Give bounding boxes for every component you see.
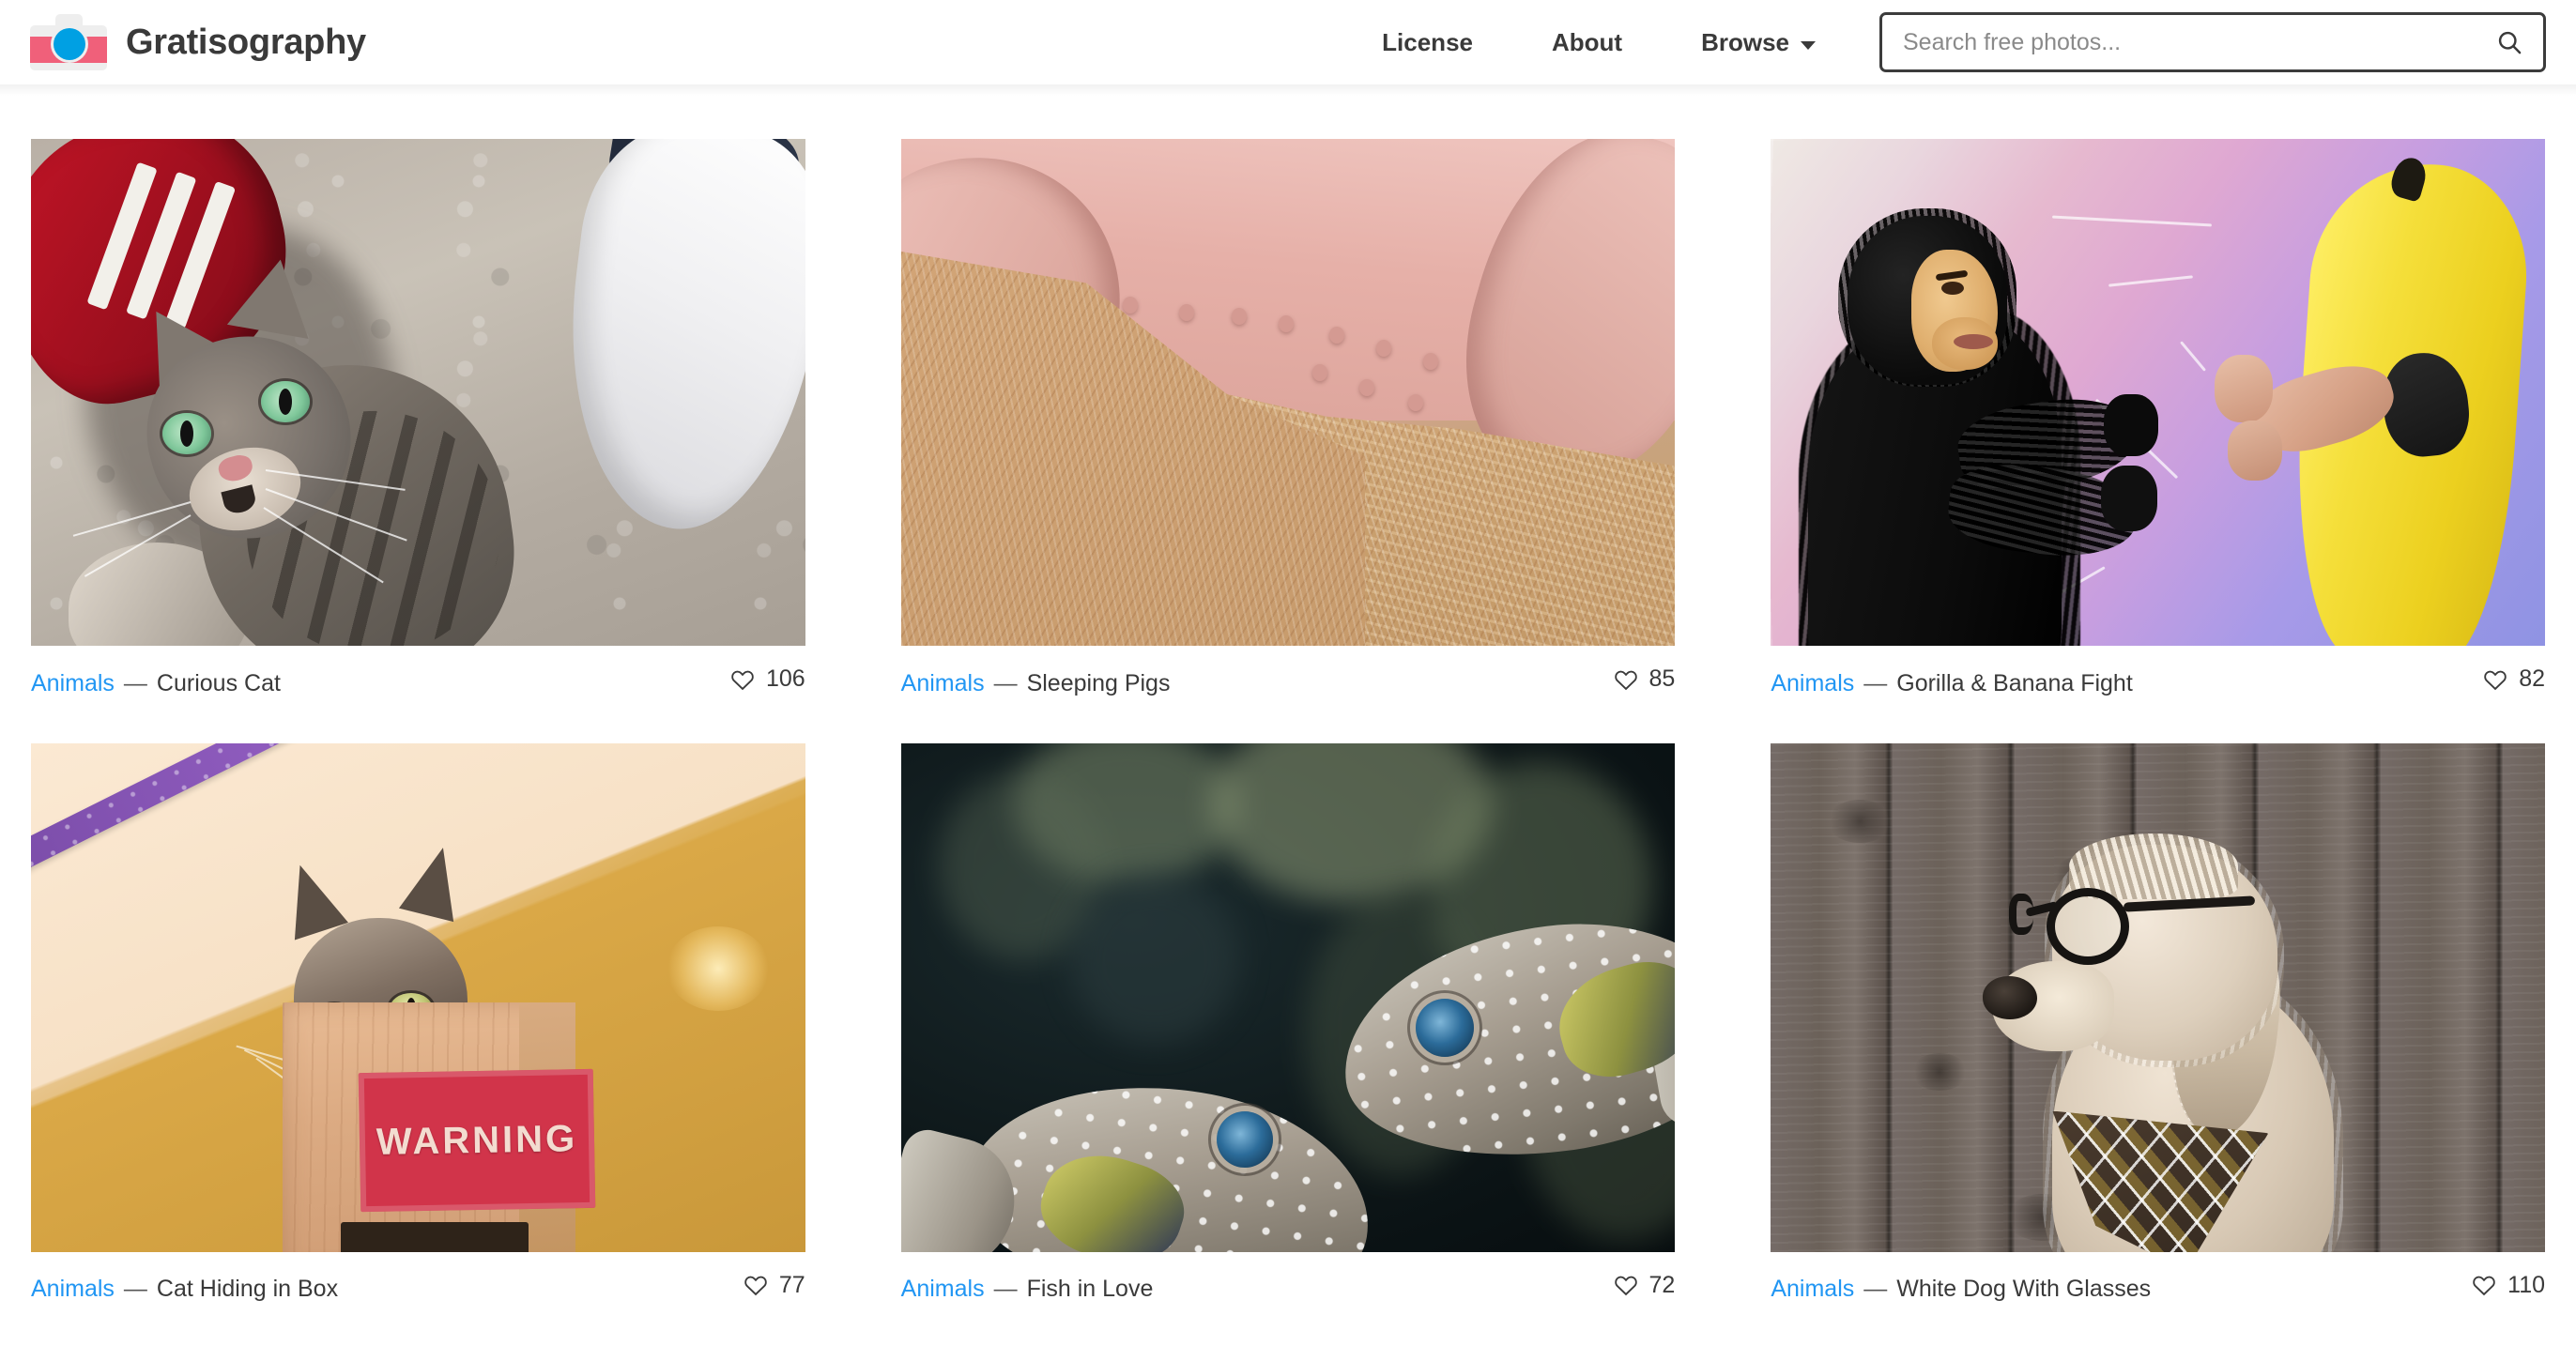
photo-card: Animals — Curious Cat 106: [31, 139, 805, 697]
caption-separator: —: [993, 1276, 1018, 1302]
heart-outline-icon: [731, 670, 754, 690]
category-link[interactable]: Animals: [901, 670, 985, 697]
heart-outline-icon: [1614, 1276, 1637, 1296]
like-counter[interactable]: 106: [730, 665, 805, 693]
photo-title: Cat Hiding in Box: [156, 1276, 339, 1302]
search-box[interactable]: [1879, 12, 2546, 72]
photo-card: WARNING Animals — Cat Hiding in Box 77: [31, 742, 805, 1304]
like-counter[interactable]: 110: [2472, 1272, 2545, 1299]
nav-label-about: About: [1551, 27, 1623, 56]
caption-separator: —: [1863, 1276, 1888, 1302]
warning-sign-text: WARNING: [376, 1117, 578, 1162]
search-input[interactable]: [1882, 28, 2489, 56]
photo-thumbnail-curious-cat[interactable]: [31, 139, 805, 646]
heart-outline-icon: [2484, 670, 2507, 690]
like-count: 85: [1648, 665, 1676, 692]
category-link[interactable]: Animals: [1771, 1276, 1854, 1303]
photo-caption: Animals — Cat Hiding in Box 77: [31, 1252, 805, 1304]
photo-card: Animals — Fish in Love 72: [900, 742, 1676, 1304]
photo-art-curious-cat: [31, 139, 805, 646]
photo-art-sleeping-pigs: [900, 139, 1676, 646]
photo-title: Curious Cat: [156, 669, 281, 696]
chevron-down-icon: [1801, 40, 1816, 50]
photo-title: Gorilla & Banana Fight: [1896, 669, 2133, 696]
photo-title: White Dog With Glasses: [1896, 1276, 2152, 1302]
photo-caption: Animals — Sleeping Pigs 85: [901, 646, 1676, 697]
photo-gallery: Animals — Curious Cat 106 Animals — Slee…: [0, 84, 2576, 1303]
photo-thumbnail-gorilla-banana[interactable]: [1771, 139, 2545, 646]
photo-card: Animals — Gorilla & Banana Fight 82: [1771, 139, 2545, 697]
caption-separator: —: [1863, 669, 1888, 696]
caption-separator: —: [123, 669, 147, 696]
search-icon: [2498, 31, 2522, 54]
photo-art-gorilla-banana: [1771, 139, 2545, 646]
photo-art-white-dog-with-glasses: [1771, 742, 2545, 1252]
like-count: 110: [2507, 1271, 2545, 1298]
photo-caption: Animals — Gorilla & Banana Fight 82: [1771, 646, 2545, 697]
nav-label-license: License: [1382, 27, 1473, 56]
photo-caption: Animals — Curious Cat 106: [31, 646, 805, 697]
photo-caption: Animals — Fish in Love 72: [901, 1252, 1676, 1304]
site-header: Gratisography License About Browse: [0, 0, 2576, 96]
photo-card: Animals — White Dog With Glasses 110: [1771, 742, 2545, 1304]
like-count: 106: [765, 665, 805, 692]
like-counter[interactable]: 72: [1614, 1271, 1676, 1299]
like-count: 72: [1648, 1271, 1676, 1298]
category-link[interactable]: Animals: [31, 1276, 115, 1303]
like-counter[interactable]: 85: [1614, 665, 1676, 693]
photo-title: Fish in Love: [1026, 1276, 1154, 1302]
category-link[interactable]: Animals: [1771, 670, 1854, 697]
photo-thumbnail-white-dog-with-glasses[interactable]: [1771, 742, 2545, 1252]
heart-outline-icon: [2473, 1276, 2495, 1296]
photo-caption: Animals — White Dog With Glasses 110: [1771, 1252, 2545, 1304]
photo-title: Sleeping Pigs: [1026, 669, 1171, 696]
nav-label-browse: Browse: [1701, 27, 1789, 56]
main-navigation: License About Browse: [1342, 12, 2546, 72]
like-count: 77: [778, 1271, 805, 1298]
like-counter[interactable]: 77: [744, 1272, 805, 1299]
like-count: 82: [2519, 665, 2545, 692]
caption-separator: —: [123, 1276, 147, 1302]
photo-thumbnail-sleeping-pigs[interactable]: [900, 139, 1676, 646]
nav-item-about[interactable]: About: [1512, 28, 1662, 57]
camera-icon: [30, 14, 107, 70]
heart-outline-icon: [744, 1276, 767, 1296]
photo-art-cat-hiding-in-box: WARNING: [31, 742, 805, 1252]
brand-name: Gratisography: [126, 22, 366, 62]
search-submit-button[interactable]: [2489, 29, 2543, 55]
category-link[interactable]: Animals: [31, 670, 115, 697]
brand-logo-link[interactable]: Gratisography: [30, 14, 366, 70]
photo-card: Animals — Sleeping Pigs 85: [900, 139, 1676, 697]
like-counter[interactable]: 82: [2483, 665, 2545, 693]
photo-thumbnail-fish-in-love[interactable]: [900, 742, 1676, 1252]
caption-separator: —: [993, 669, 1018, 696]
photo-thumbnail-cat-hiding-in-box[interactable]: WARNING: [31, 742, 805, 1252]
category-link[interactable]: Animals: [901, 1276, 985, 1303]
nav-item-license[interactable]: License: [1342, 28, 1512, 57]
nav-item-browse[interactable]: Browse: [1662, 28, 1855, 57]
photo-art-fish-in-love: [900, 742, 1676, 1252]
heart-outline-icon: [1614, 670, 1637, 690]
